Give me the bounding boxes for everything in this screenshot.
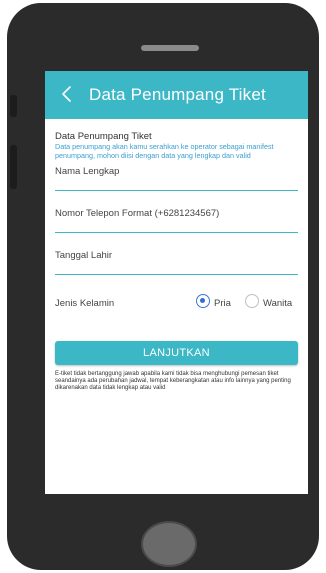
disclaimer-text: E-tiket tidak bertanggung jawab apabila … <box>55 371 291 391</box>
gender-selector: Jenis Kelamin Pria Wanita <box>55 285 298 319</box>
radio-wanita[interactable] <box>245 294 259 309</box>
app-bar: Data Penumpang Tiket <box>45 71 308 119</box>
radio-pria-label[interactable]: Pria <box>214 298 231 309</box>
phone-side-button-top <box>10 95 17 117</box>
back-arrow-glyph <box>62 86 71 102</box>
page-title: Data Penumpang Tiket <box>89 85 266 104</box>
phone-side-button-bottom <box>10 145 17 189</box>
app-screen: Data Penumpang Tiket Data Penumpang Tike… <box>45 71 308 494</box>
passenger-form: Data Penumpang Tiket Data penumpang akan… <box>45 119 308 319</box>
phone-number-field[interactable]: Nomor Telepon Format (+6281234567) <box>55 191 298 234</box>
section-description: Data penumpang akan kamu serahkan ke ope… <box>55 142 274 160</box>
phone-speaker <box>141 45 199 51</box>
phone-number-placeholder: Nomor Telepon Format (+6281234567) <box>55 208 220 220</box>
phone-frame: Data Penumpang Tiket Data Penumpang Tike… <box>7 3 319 570</box>
full-name-placeholder: Nama Lengkap <box>55 166 120 178</box>
continue-button[interactable]: LANJUTKAN <box>55 341 298 365</box>
full-name-field[interactable]: Nama Lengkap <box>55 160 298 192</box>
chevron-left-icon[interactable] <box>55 79 79 111</box>
radio-pria[interactable] <box>196 294 210 309</box>
radio-wanita-label[interactable]: Wanita <box>263 298 292 309</box>
birth-date-field[interactable]: Tanggal Lahir <box>55 233 298 276</box>
section-title: Data Penumpang Tiket <box>55 131 152 142</box>
birth-date-placeholder: Tanggal Lahir <box>55 250 113 262</box>
gender-label: Jenis Kelamin <box>55 298 115 310</box>
home-button[interactable] <box>141 521 197 567</box>
